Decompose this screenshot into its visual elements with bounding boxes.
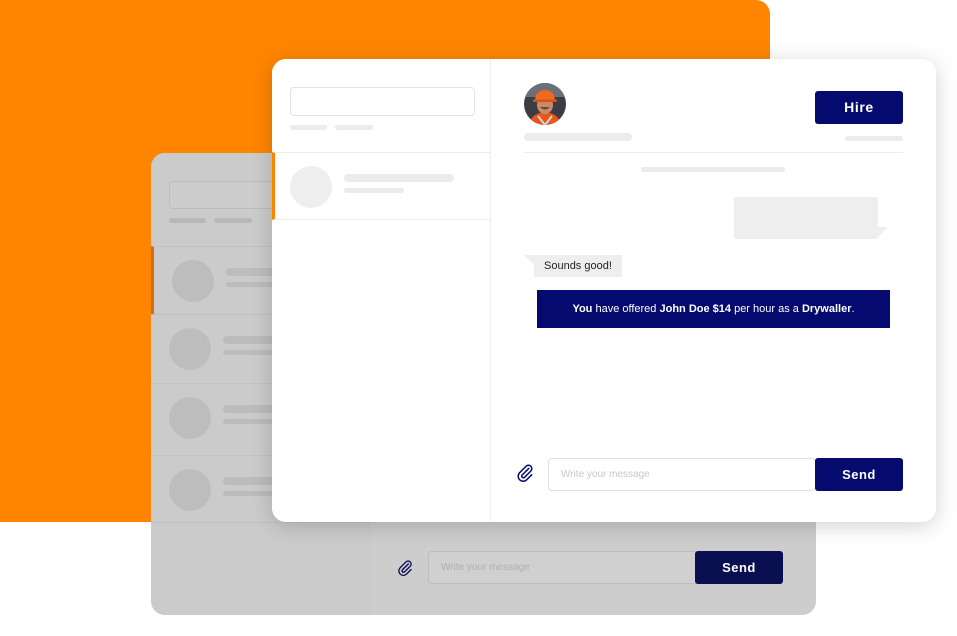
chat-window: Hire Sounds good! You have offered John … (272, 59, 936, 522)
back-filter-pill (169, 218, 206, 223)
send-button[interactable]: Send (815, 458, 903, 491)
back-avatar (169, 469, 211, 511)
conversation-item-active[interactable] (272, 152, 491, 220)
offer-text: have offered (592, 303, 660, 315)
offer-subject: You (572, 303, 593, 315)
conversation-avatar (290, 166, 332, 208)
back-avatar (169, 397, 211, 439)
outgoing-message-bubble (734, 197, 878, 239)
filter-pill[interactable] (290, 125, 327, 130)
offer-text: per hour as a (731, 303, 802, 315)
back-message-input: Write your message (428, 551, 698, 584)
stage: Write your message Send Hire Sounds good… (0, 0, 957, 636)
paperclip-icon[interactable] (515, 463, 535, 483)
back-filter-pill (214, 218, 252, 223)
back-send-button: Send (695, 551, 783, 584)
worker-avatar-icon (524, 83, 566, 125)
conversation-preview-placeholder (344, 188, 404, 193)
back-avatar (172, 260, 214, 302)
status-placeholder (845, 136, 903, 141)
offer-text: . (851, 303, 855, 315)
back-avatar (169, 328, 211, 370)
worker-name-placeholder (524, 133, 632, 141)
message-input[interactable] (548, 458, 816, 491)
offer-notification: You have offered John Doe $14 per hour a… (537, 290, 890, 328)
worker-avatar[interactable] (524, 83, 566, 125)
outgoing-bubble-tail (876, 227, 888, 239)
conversation-name-placeholder (344, 174, 454, 182)
hire-button[interactable]: Hire (815, 91, 903, 124)
chat-main: Hire Sounds good! You have offered John … (491, 59, 936, 522)
conversation-sidebar (272, 59, 491, 522)
filter-pill[interactable] (335, 125, 373, 130)
search-box[interactable] (290, 87, 475, 116)
header-divider (524, 152, 903, 153)
date-placeholder (641, 167, 785, 172)
offer-name-rate: John Doe $14 (659, 303, 732, 315)
paperclip-icon (398, 560, 412, 577)
offer-role: Drywaller (801, 303, 852, 315)
incoming-message: Sounds good! (534, 255, 622, 277)
